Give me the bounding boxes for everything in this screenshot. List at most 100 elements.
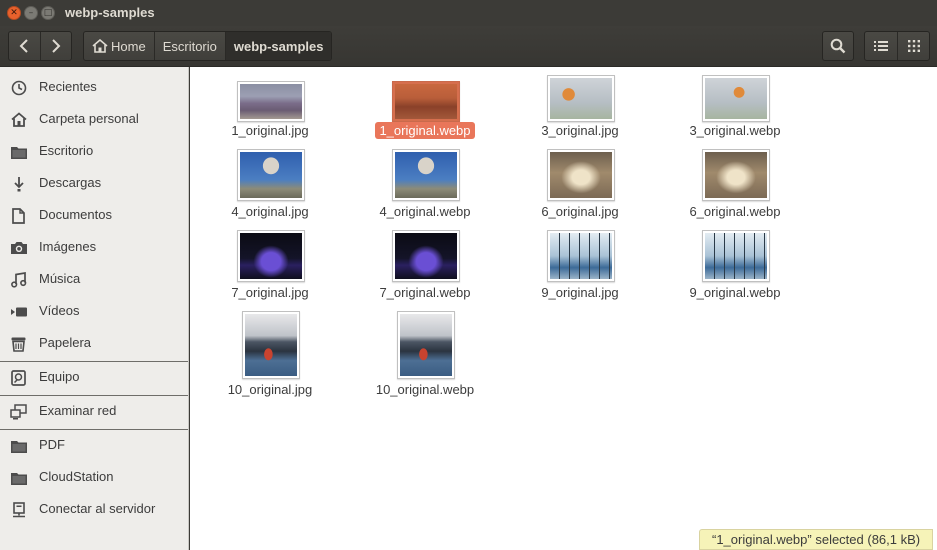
- file-thumbnail: [702, 230, 770, 282]
- sidebar-item-musica[interactable]: Música: [0, 265, 188, 293]
- trash-icon: [10, 335, 27, 352]
- list-view-button[interactable]: [865, 32, 897, 60]
- file-item[interactable]: 7_original.jpg: [195, 230, 345, 300]
- maximize-window-button[interactable]: □: [41, 6, 55, 20]
- sidebar-item-label: Vídeos: [39, 303, 80, 318]
- sidebar-item-label: PDF: [39, 437, 65, 452]
- sidebar-item-carpeta-personal[interactable]: Carpeta personal: [0, 105, 188, 133]
- sidebar-separator: [0, 395, 188, 396]
- file-name: 1_original.webp: [350, 122, 500, 139]
- file-thumbnail: [392, 230, 460, 282]
- breadcrumb-home[interactable]: Home: [84, 32, 154, 60]
- file-item[interactable]: 6_original.jpg: [505, 149, 655, 219]
- window-title: webp-samples: [65, 5, 155, 20]
- camera-icon: [10, 239, 27, 256]
- folder-icon: [10, 437, 27, 454]
- breadcrumb-webp-samples[interactable]: webp-samples: [224, 32, 332, 60]
- file-thumbnail: [237, 149, 305, 201]
- file-item[interactable]: 9_original.jpg: [505, 230, 655, 300]
- file-item[interactable]: 9_original.webp: [660, 230, 810, 300]
- sidebar-item-label: Música: [39, 271, 81, 286]
- search-button[interactable]: [822, 31, 854, 61]
- forward-button[interactable]: [39, 32, 71, 60]
- sidebar-item-label: CloudStation: [39, 469, 114, 484]
- chevron-right-icon: [52, 39, 61, 53]
- file-name: 4_original.webp: [379, 204, 471, 219]
- breadcrumb-escritorio[interactable]: Escritorio: [153, 32, 225, 60]
- file-item[interactable]: 4_original.jpg: [195, 149, 345, 219]
- file-item[interactable]: 1_original.jpg: [195, 79, 345, 139]
- close-icon: ✕: [10, 7, 18, 18]
- back-button[interactable]: [9, 32, 40, 60]
- file-thumbnail: [392, 149, 460, 201]
- file-thumbnail: [242, 311, 300, 379]
- sidebar-item-escritorio[interactable]: Escritorio: [0, 137, 188, 165]
- title-bar: ✕ – □ webp-samples: [0, 0, 937, 26]
- home-icon: [10, 111, 27, 128]
- sidebar-item-conectar-servidor[interactable]: Conectar al servidor: [0, 495, 188, 523]
- grid-view-button[interactable]: [897, 32, 929, 60]
- sidebar-item-label: Imágenes: [39, 239, 97, 254]
- sidebar-item-label: Conectar al servidor: [39, 501, 156, 516]
- sidebar-separator: [0, 429, 188, 430]
- file-name: 9_original.jpg: [541, 285, 619, 300]
- sidebar-item-label: Examinar red: [39, 403, 117, 418]
- sidebar-item-label: Descargas: [39, 175, 102, 190]
- sidebar-item-label: Documentos: [39, 207, 112, 222]
- chevron-left-icon: [20, 39, 29, 53]
- view-mode-buttons: [864, 31, 930, 61]
- sidebar-item-equipo[interactable]: Equipo: [0, 363, 188, 391]
- file-name: 10_original.jpg: [227, 382, 313, 397]
- sidebar-item-descargas[interactable]: Descargas: [0, 169, 188, 197]
- file-name: 7_original.webp: [379, 285, 471, 300]
- file-view: 1_original.jpg 1_original.webp 3_origina…: [190, 67, 937, 550]
- sidebar-item-videos[interactable]: Vídeos: [0, 297, 188, 325]
- folder-icon: [10, 143, 27, 160]
- grid-view-icon: [907, 40, 920, 52]
- file-thumbnail: [547, 75, 615, 122]
- folder-icon: [10, 469, 27, 486]
- file-name: 4_original.jpg: [231, 204, 309, 219]
- status-bar: “1_original.webp” selected (86,1 kB): [699, 529, 934, 550]
- document-icon: [10, 207, 27, 224]
- sidebar: Recientes Carpeta personal Escritorio De…: [0, 67, 189, 550]
- file-name: 3_original.webp: [689, 123, 781, 138]
- file-item[interactable]: 10_original.webp: [350, 311, 500, 397]
- list-view-icon: [874, 41, 888, 51]
- breadcrumb: Home Escritorio webp-samples: [83, 31, 333, 61]
- sidebar-item-imagenes[interactable]: Imágenes: [0, 233, 188, 261]
- minimize-icon: –: [28, 7, 34, 18]
- file-item[interactable]: 3_original.jpg: [505, 75, 655, 139]
- video-icon: [10, 303, 27, 320]
- file-thumbnail: [237, 81, 305, 122]
- file-thumbnail: [702, 75, 770, 122]
- file-item-selected[interactable]: 1_original.webp: [350, 79, 500, 139]
- sidebar-item-recientes[interactable]: Recientes: [0, 73, 188, 101]
- file-item[interactable]: 7_original.webp: [350, 230, 500, 300]
- home-icon: [92, 39, 108, 53]
- file-item[interactable]: 4_original.webp: [350, 149, 500, 219]
- navigation-buttons: [8, 31, 72, 61]
- file-name: 6_original.jpg: [541, 204, 619, 219]
- minimize-window-button[interactable]: –: [24, 6, 38, 20]
- breadcrumb-escritorio-label: Escritorio: [162, 38, 217, 54]
- file-name: 10_original.webp: [375, 382, 475, 397]
- sidebar-item-label: Carpeta personal: [39, 111, 139, 126]
- file-thumbnail: [547, 230, 615, 282]
- music-icon: [10, 271, 27, 288]
- sidebar-item-pdf[interactable]: PDF: [0, 431, 188, 459]
- file-item[interactable]: 3_original.webp: [660, 75, 810, 139]
- sidebar-item-examinar-red[interactable]: Examinar red: [0, 397, 188, 425]
- close-window-button[interactable]: ✕: [7, 6, 21, 20]
- file-name: 1_original.jpg: [231, 123, 309, 138]
- sidebar-separator: [0, 361, 188, 362]
- file-item[interactable]: 6_original.webp: [660, 149, 810, 219]
- sidebar-item-label: Recientes: [39, 79, 97, 94]
- file-name: 7_original.jpg: [231, 285, 309, 300]
- sidebar-item-documentos[interactable]: Documentos: [0, 201, 188, 229]
- sidebar-item-papelera[interactable]: Papelera: [0, 329, 188, 357]
- sidebar-item-cloudstation[interactable]: CloudStation: [0, 463, 188, 491]
- file-item[interactable]: 10_original.jpg: [195, 311, 345, 397]
- sidebar-item-label: Equipo: [39, 369, 80, 384]
- drive-icon: [10, 369, 27, 386]
